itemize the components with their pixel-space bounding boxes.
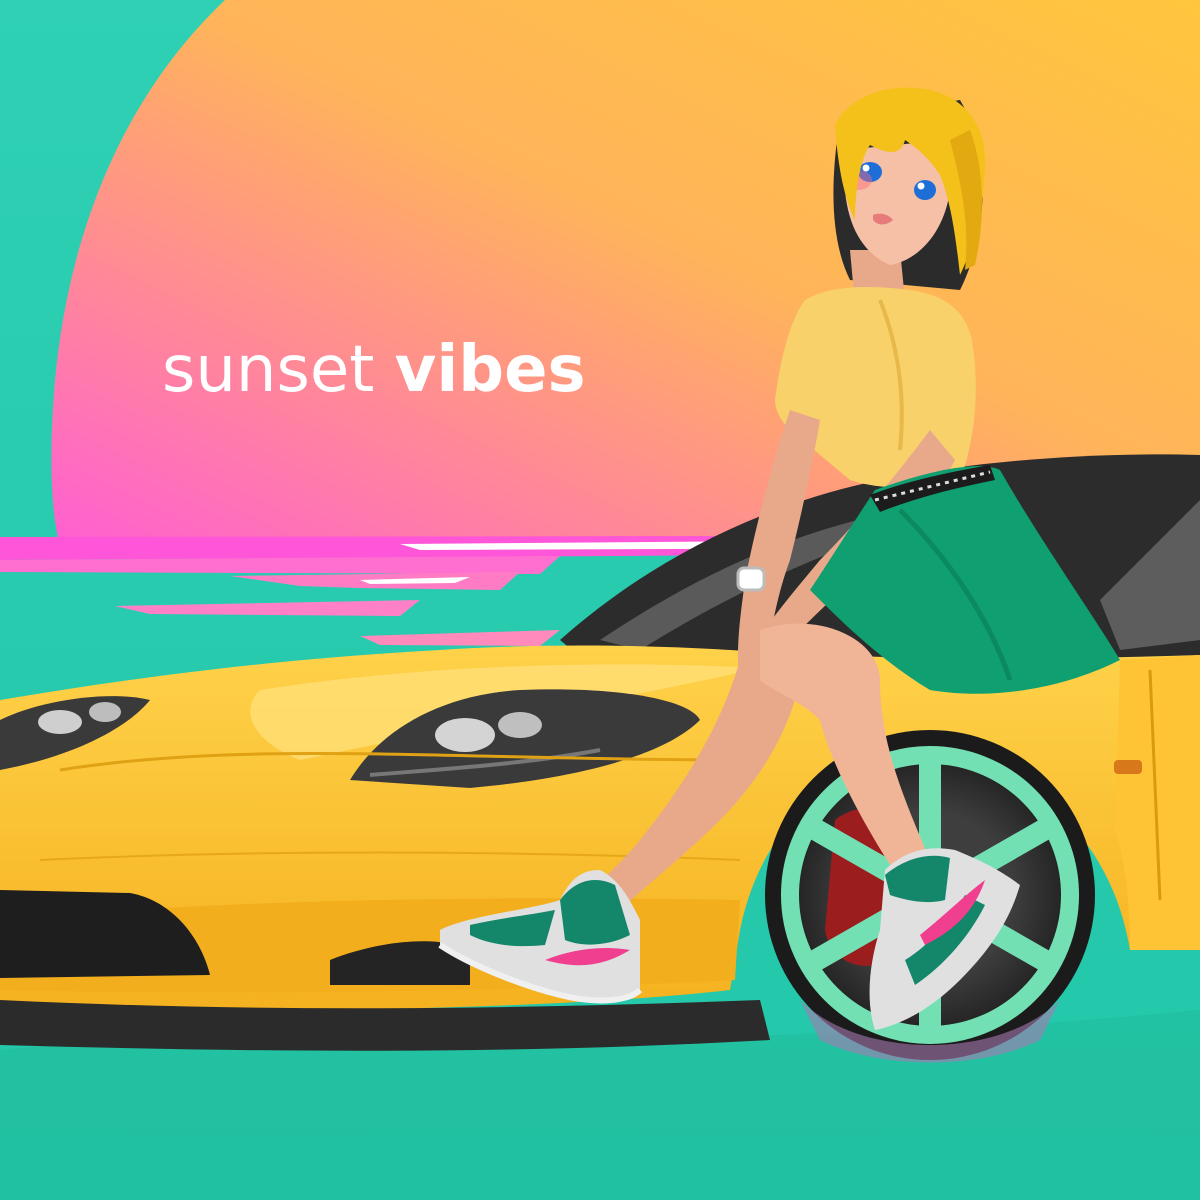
illustration-canvas: [0, 0, 1200, 1200]
right-eye: [914, 180, 936, 200]
wristwatch: [736, 566, 766, 592]
sunset-vibes-poster: sunset vibes: [0, 0, 1200, 1200]
headline: sunset vibes: [162, 330, 586, 410]
headline-word-light: sunset: [162, 333, 375, 407]
side-marker-light: [1114, 760, 1142, 774]
headline-word-bold: vibes: [394, 333, 586, 407]
